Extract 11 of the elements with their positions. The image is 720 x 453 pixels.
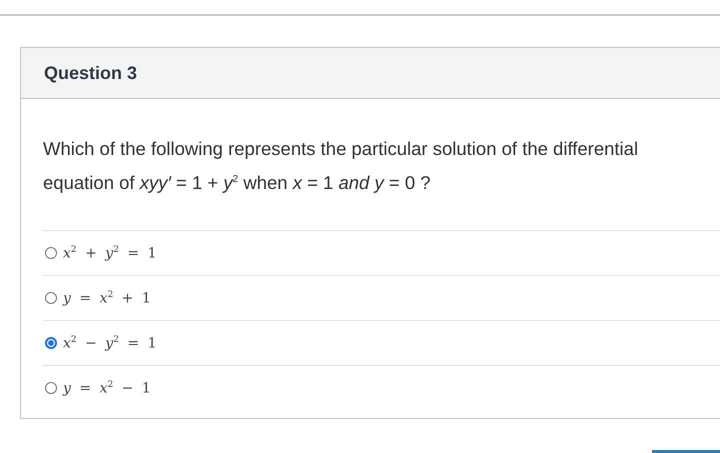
question-text: Which of the following represents the particular solution of the differential equation of xyy′ = 1 + y$^{2}$ when x = 1 and y = 0 ?: [43, 137, 640, 196]
radio-button[interactable]: [45, 247, 57, 260]
answer-option: y = x$^{2}$ − 1: [63, 380, 151, 396]
answer-option: y = x$^{2}$ + 1: [63, 290, 151, 306]
question-title: Question 3: [44, 62, 138, 84]
answer-option: x$^{2}$ + y$^{2}$ = 1: [63, 244, 156, 262]
button-top-edge: [652, 450, 720, 453]
answer-option: x$^{2}$ − y$^{2}$ = 1: [63, 334, 156, 352]
radio-button[interactable]: [45, 337, 57, 350]
radio-button[interactable]: [45, 382, 57, 394]
radio-button[interactable]: [45, 292, 57, 304]
